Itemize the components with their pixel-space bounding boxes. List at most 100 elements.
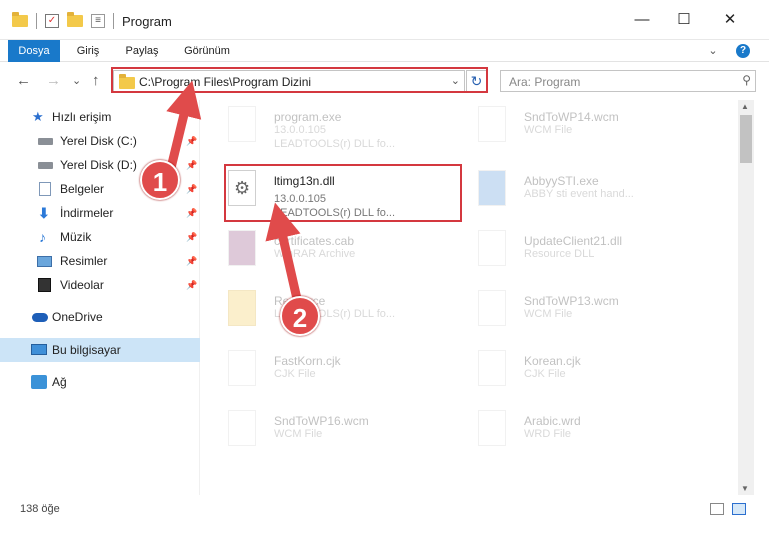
file-type: WCM File [524, 124, 573, 136]
network-icon [31, 375, 47, 389]
pin-icon: 📌 [186, 280, 198, 290]
file-type: WinRAR Archive [274, 248, 356, 260]
scroll-down-icon[interactable]: ▼ [741, 484, 749, 493]
file-type: WCM File [524, 308, 573, 320]
close-button[interactable]: ✕ [716, 8, 744, 32]
sidebar-item-label: Bu bilgisayar [52, 343, 121, 357]
forward-button[interactable]: → [46, 72, 61, 89]
file-icon [478, 350, 506, 386]
customize-toolbar-icon[interactable]: ≡ [91, 14, 105, 28]
back-button[interactable]: ← [16, 72, 31, 89]
search-box[interactable]: Ara: Program ⚲ [500, 70, 756, 92]
maximize-button[interactable]: ☐ [670, 8, 698, 32]
file-name: FastKorn.cjk [274, 354, 341, 368]
file-type: WCM File [274, 428, 323, 440]
sidebar-item-network[interactable]: Ağ [0, 370, 200, 394]
tab-view[interactable]: Görünüm [176, 40, 238, 62]
file-description: LEADTOOLS(r) DLL fo... [274, 138, 396, 150]
sidebar-item-label: Müzik [60, 230, 92, 244]
up-button[interactable]: ↑ [92, 72, 100, 89]
file-type: Resource DLL [524, 248, 595, 260]
pin-icon: 📌 [186, 208, 198, 218]
item-count: 138 öğe [20, 503, 60, 515]
properties-icon[interactable]: ✓ [45, 14, 59, 28]
file-description: ABBY sti event hand... [524, 188, 634, 200]
file-item[interactable]: Korean.cjk CJK File [476, 346, 716, 400]
file-name: certificates.cab [274, 234, 355, 248]
sidebar-item-label: Resimler [60, 254, 108, 268]
sidebar-item-label: Hızlı erişim [52, 110, 112, 124]
search-input[interactable]: Ara: Program [509, 75, 580, 89]
expand-ribbon-icon[interactable]: ⌄ [706, 40, 720, 62]
new-folder-icon[interactable] [67, 12, 83, 27]
downloads-icon: ⬇ [38, 205, 50, 221]
file-item[interactable]: AbbyySTI.exe ABBY sti event hand... [476, 166, 716, 220]
sidebar-item-local-disk-c[interactable]: Yerel Disk (C:) 📌 [0, 129, 200, 153]
sidebar-item-downloads[interactable]: ⬇ İndirmeler 📌 [0, 201, 200, 225]
drive-icon [38, 162, 53, 169]
file-name: SndToWP16.wcm [274, 414, 369, 428]
file-item[interactable]: Resource LEADTOOLS(r) DLL fo... [226, 286, 466, 340]
file-icon [228, 350, 256, 386]
recent-locations-button[interactable]: ⌄ [72, 74, 81, 87]
large-icons-view-icon[interactable] [732, 503, 746, 515]
callout-1: 1 [140, 160, 180, 200]
onedrive-icon [32, 313, 48, 322]
file-name: Arabic.wrd [524, 414, 581, 428]
file-type: CJK File [524, 368, 566, 380]
file-highlight-box [224, 164, 462, 222]
tab-share[interactable]: Paylaş [118, 40, 166, 62]
sidebar-item-label: İndirmeler [60, 206, 114, 220]
ribbon: Dosya Giriş Paylaş Görünüm ⌄ ? [0, 40, 769, 94]
status-bar: 138 öğe [0, 498, 769, 522]
sidebar-item-videos[interactable]: Videolar 📌 [0, 273, 200, 297]
sidebar-item-label: Ağ [52, 375, 67, 389]
computer-icon [31, 344, 47, 355]
sidebar-item-label: Yerel Disk (C:) [60, 134, 137, 148]
callout-2: 2 [280, 296, 320, 336]
file-item[interactable]: program.exe 13.0.0.105 LEADTOOLS(r) DLL … [226, 102, 466, 156]
pin-icon: 📌 [186, 160, 198, 170]
pin-icon: 📌 [186, 184, 198, 194]
details-view-icon[interactable] [710, 503, 724, 515]
exe-file-icon [228, 106, 256, 142]
separator [36, 13, 37, 29]
sidebar-item-music[interactable]: ♪ Müzik 📌 [0, 225, 200, 249]
sidebar-item-this-pc[interactable]: Bu bilgisayar [0, 338, 200, 362]
sidebar-item-label: Belgeler [60, 182, 105, 196]
file-item[interactable]: FastKorn.cjk CJK File [226, 346, 466, 400]
file-item[interactable]: UpdateClient21.dll Resource DLL [476, 226, 716, 280]
file-name: SndToWP13.wcm [524, 294, 619, 308]
tab-home[interactable]: Giriş [66, 40, 110, 62]
sidebar-item-quick-access[interactable]: ★ Hızlı erişim [0, 105, 200, 129]
pin-icon: 📌 [186, 136, 198, 146]
file-icon [478, 106, 506, 142]
file-item[interactable]: SndToWP13.wcm WCM File [476, 286, 716, 340]
vertical-scrollbar[interactable]: ▲ ▼ [738, 100, 754, 495]
file-name: program.exe [274, 110, 342, 124]
title-bar: ✓ ≡ Program — ☐ ✕ [0, 0, 769, 40]
pin-icon: 📌 [186, 256, 198, 266]
scroll-thumb[interactable] [740, 115, 752, 163]
file-item[interactable]: SndToWP16.wcm WCM File [226, 406, 466, 460]
file-version: 13.0.0.105 [274, 124, 326, 136]
videos-icon [38, 278, 51, 292]
file-icon [478, 410, 506, 446]
sidebar-item-onedrive[interactable]: OneDrive [0, 305, 200, 329]
star-icon: ★ [32, 109, 44, 124]
separator [113, 13, 114, 29]
file-item[interactable]: Arabic.wrd WRD File [476, 406, 716, 460]
sidebar-item-pictures[interactable]: Resimler 📌 [0, 249, 200, 273]
scroll-up-icon[interactable]: ▲ [741, 102, 749, 111]
exe-file-icon [478, 170, 506, 206]
file-item[interactable]: certificates.cab WinRAR Archive [226, 226, 466, 280]
file-icon [228, 410, 256, 446]
sidebar-item-label: OneDrive [52, 310, 103, 324]
pin-icon: 📌 [186, 232, 198, 242]
help-icon[interactable]: ? [736, 44, 750, 58]
minimize-button[interactable]: — [628, 8, 656, 32]
file-item[interactable]: SndToWP14.wcm WCM File [476, 102, 716, 156]
address-highlight-box [111, 67, 488, 93]
quick-access-toolbar: ✓ ≡ Program [12, 12, 172, 29]
search-icon[interactable]: ⚲ [742, 73, 751, 87]
